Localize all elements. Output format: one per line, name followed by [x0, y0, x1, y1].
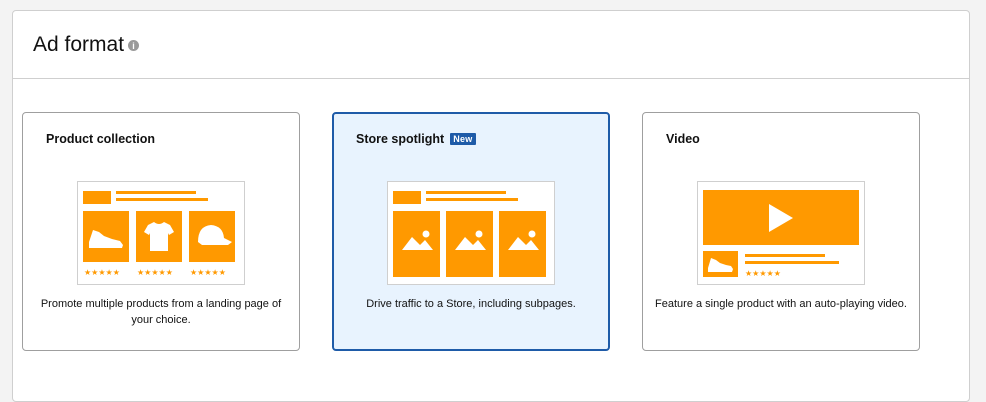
video-preview: ★★★★★ — [697, 181, 865, 285]
image-tile-3 — [499, 211, 546, 277]
card-product-collection[interactable]: Product collection ★★★★★ ★★★★★ ★★★★★ Pro… — [22, 112, 300, 351]
sneaker-tile — [83, 211, 129, 262]
video-illustration: ★★★★★ — [703, 190, 859, 278]
card-title-label: Video — [666, 132, 700, 146]
card-title-label: Store spotlight — [356, 132, 445, 146]
card-title: Video — [666, 132, 700, 146]
card-description: Promote multiple products from a landing… — [40, 298, 282, 326]
card-title-label: Product collection — [46, 132, 156, 146]
card-description: Drive traffic to a Store, including subp… — [366, 298, 576, 310]
new-badge: New — [450, 133, 476, 145]
ad-format-options: Product collection ★★★★★ ★★★★★ ★★★★★ Pro… — [22, 112, 920, 351]
star-rating-icon: ★★★★★ — [84, 268, 120, 277]
tshirt-tile — [136, 211, 182, 262]
product-collection-illustration: ★★★★★ ★★★★★ ★★★★★ — [83, 191, 235, 277]
section-title: Ad format — [33, 32, 125, 56]
info-icon[interactable]: i — [128, 40, 140, 51]
cap-tile — [189, 211, 235, 262]
image-tile-1 — [393, 211, 440, 277]
card-description: Feature a single product with an auto-pl… — [655, 298, 907, 310]
panel-header: Ad format i — [13, 11, 969, 79]
product-collection-preview: ★★★★★ ★★★★★ ★★★★★ — [77, 181, 245, 285]
star-rating-icon: ★★★★★ — [190, 268, 226, 277]
card-title: Store spotlight New — [356, 132, 476, 146]
store-spotlight-illustration — [393, 191, 546, 277]
store-spotlight-preview — [387, 181, 555, 285]
star-rating-icon: ★★★★★ — [137, 268, 173, 277]
card-store-spotlight[interactable]: Store spotlight New Drive traffic to a S… — [332, 112, 610, 351]
card-title: Product collection — [46, 132, 155, 146]
star-rating-icon: ★★★★★ — [745, 269, 781, 278]
card-video[interactable]: Video ★★★★★ Feature a single product wit… — [642, 112, 920, 351]
image-tile-2 — [446, 211, 493, 277]
